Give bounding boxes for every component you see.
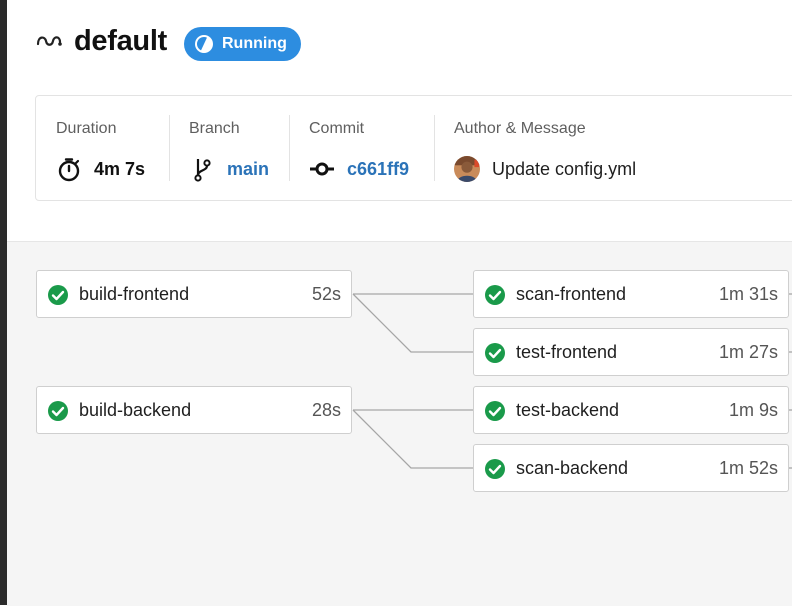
branch-label: Branch	[189, 120, 240, 137]
check-circle-icon	[485, 285, 505, 305]
pipeline-graph: build-frontend 52s scan-frontend 1m 31s …	[7, 241, 792, 606]
duration-value: 4m 7s	[56, 156, 145, 182]
check-circle-icon	[485, 459, 505, 479]
author-label: Author & Message	[454, 120, 586, 137]
branch-link[interactable]: main	[227, 159, 269, 180]
commit-link[interactable]: c661ff9	[347, 159, 409, 180]
job-duration: 1m 52s	[718, 457, 778, 478]
status-badge: Running	[184, 27, 301, 61]
commit-message: Update config.yml	[492, 158, 637, 179]
job-test-frontend[interactable]: test-frontend 1m 27s	[473, 328, 789, 376]
job-duration: 1m 31s	[718, 283, 778, 304]
author-value: Update config.yml	[454, 156, 636, 182]
job-scan-backend[interactable]: scan-backend 1m 52s	[473, 444, 789, 492]
page-title: default	[74, 25, 167, 57]
job-name: test-backend	[516, 399, 620, 420]
workflow-icon	[36, 36, 62, 46]
commit-label: Commit	[309, 120, 365, 137]
avatar[interactable]	[454, 156, 480, 182]
job-build-backend[interactable]: build-backend 28s	[36, 386, 352, 434]
job-name: scan-frontend	[516, 283, 627, 304]
job-test-backend[interactable]: test-backend 1m 9s	[473, 386, 789, 434]
pipeline-info-card: Duration 4m 7s Branch main Commit c661ff…	[35, 95, 792, 201]
check-circle-icon	[48, 285, 68, 305]
branch-icon	[189, 156, 215, 182]
commit-icon	[309, 156, 335, 182]
job-duration: 1m 27s	[718, 341, 778, 362]
divider	[289, 115, 290, 181]
job-name: build-backend	[79, 399, 192, 420]
job-duration: 28s	[311, 399, 341, 420]
duration-text: 4m 7s	[94, 158, 146, 179]
check-circle-icon	[485, 401, 505, 421]
job-name: test-frontend	[516, 341, 618, 362]
job-name: build-frontend	[79, 283, 190, 304]
commit-value: c661ff9	[309, 156, 409, 182]
check-circle-icon	[48, 401, 68, 421]
job-duration: 1m 9s	[728, 399, 778, 420]
job-build-frontend[interactable]: build-frontend 52s	[36, 270, 352, 318]
status-label: Running	[222, 35, 287, 52]
stopwatch-icon	[56, 156, 82, 182]
job-scan-frontend[interactable]: scan-frontend 1m 31s	[473, 270, 789, 318]
divider	[169, 115, 170, 181]
job-name: scan-backend	[516, 457, 629, 478]
running-icon	[195, 35, 213, 53]
divider	[434, 115, 435, 181]
duration-label: Duration	[56, 120, 117, 137]
check-circle-icon	[485, 343, 505, 363]
job-duration: 52s	[311, 283, 341, 304]
branch-value: main	[189, 156, 269, 182]
window-edge	[0, 0, 7, 605]
